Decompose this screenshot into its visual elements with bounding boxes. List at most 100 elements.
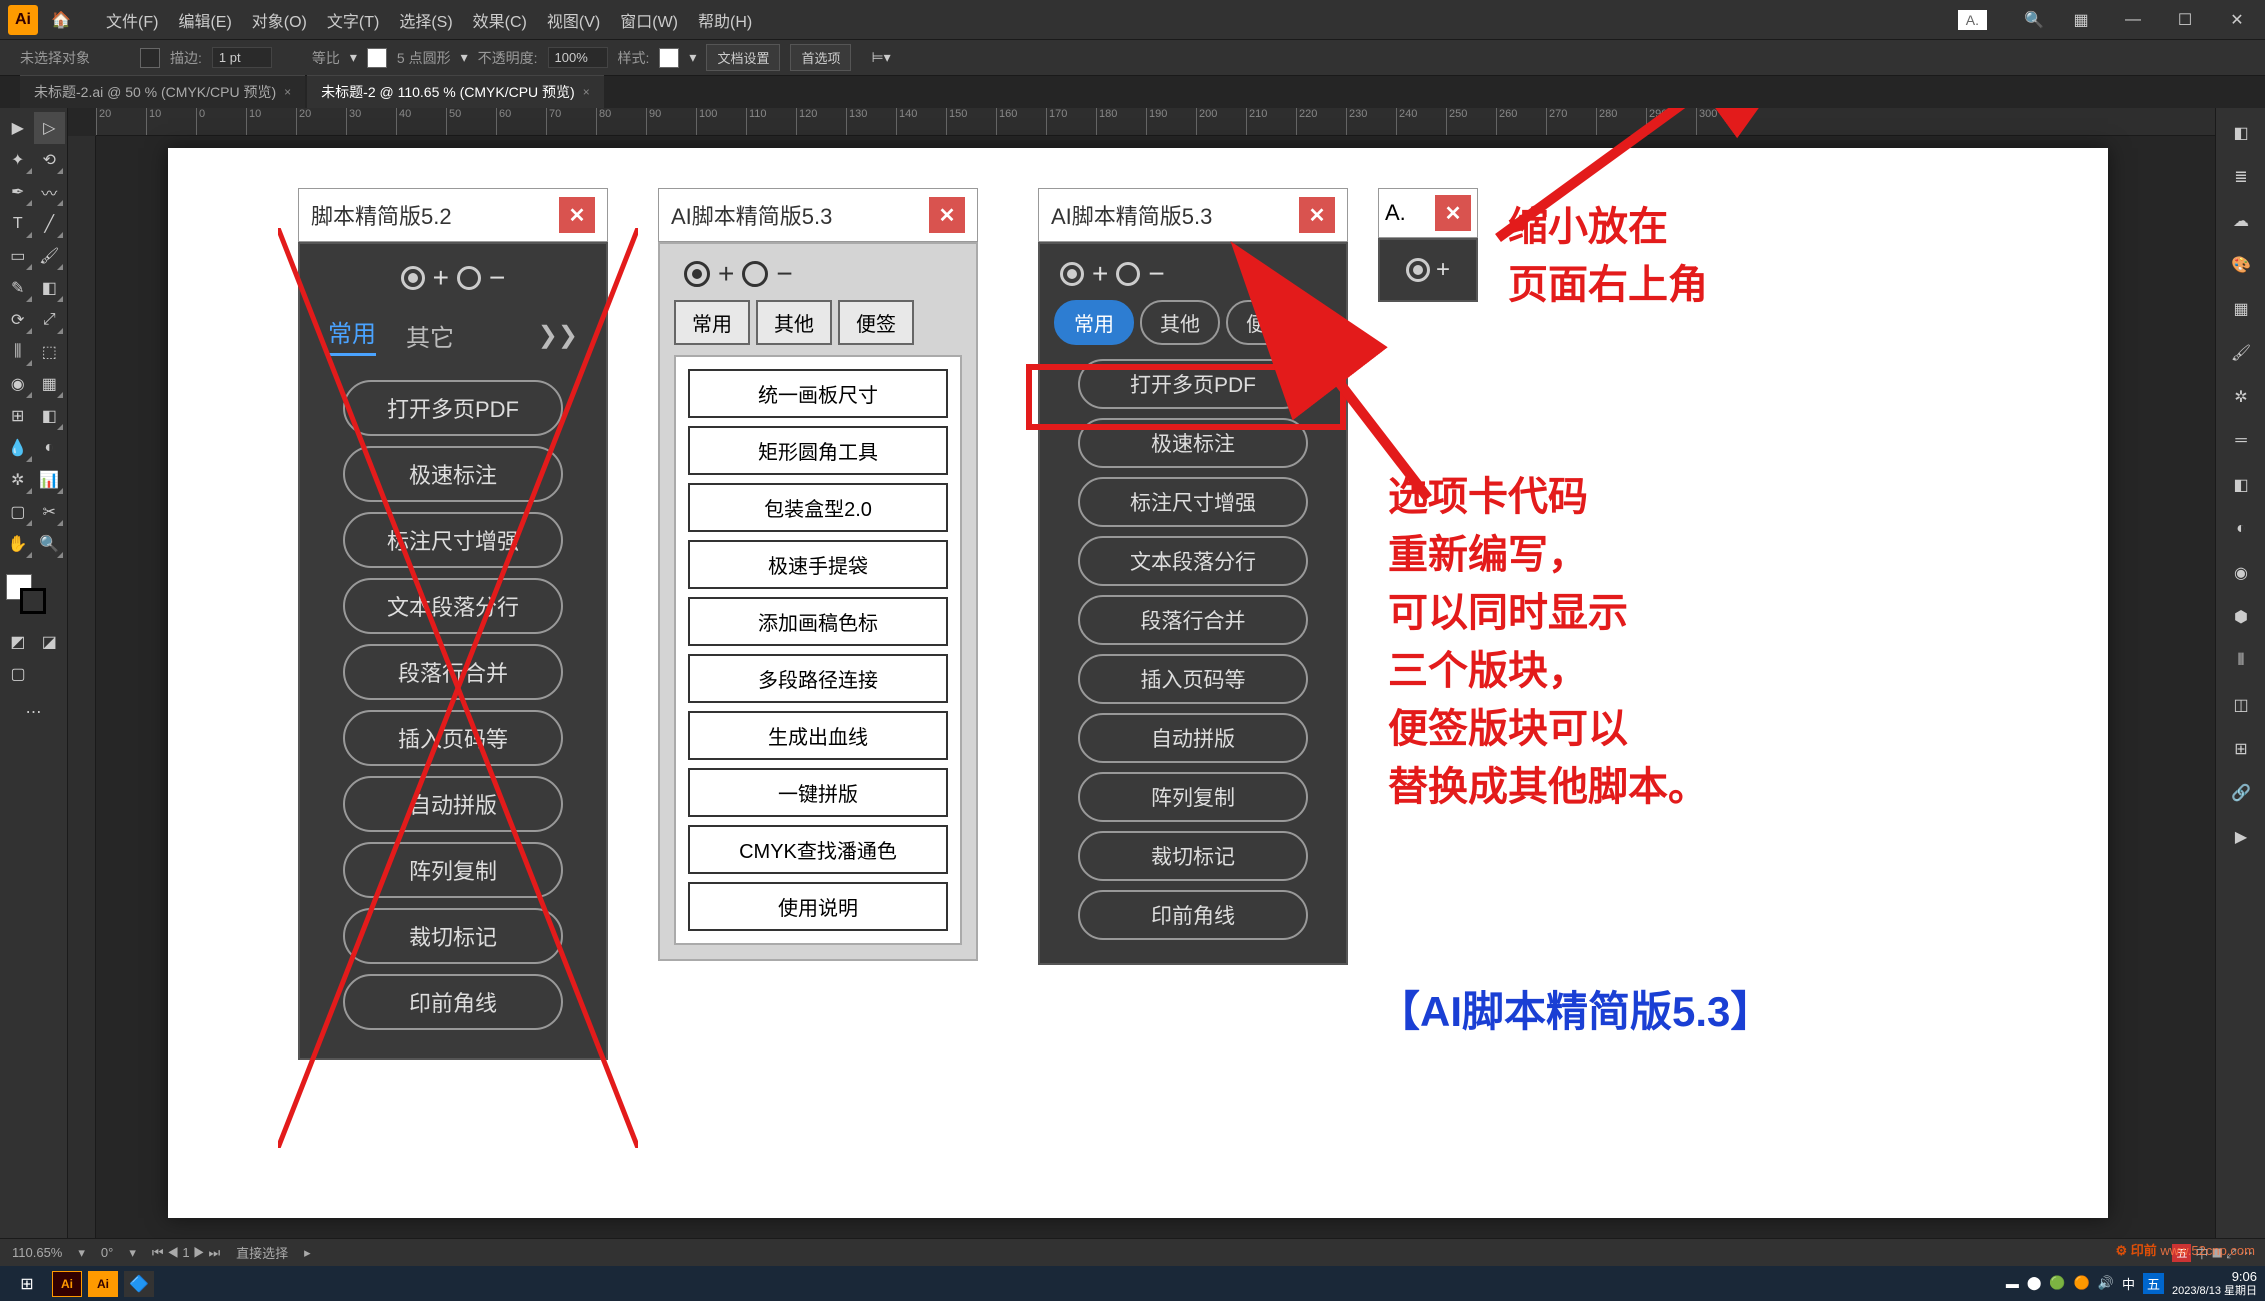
stroke-panel-icon[interactable]: ═ (2220, 420, 2262, 462)
layers-panel-icon[interactable]: ≣ (2220, 156, 2262, 198)
script-button[interactable]: 一键拼版 (688, 768, 948, 817)
scale-tool-icon[interactable]: ⤢ (34, 304, 66, 336)
menu-type[interactable]: 文字(T) (317, 8, 389, 32)
close-icon[interactable]: ✕ (559, 197, 595, 233)
tab-common[interactable]: 常用 (674, 300, 750, 345)
tab-common[interactable]: 常用 (1054, 300, 1134, 345)
links-panel-icon[interactable]: 🔗 (2220, 772, 2262, 814)
screen-mode-icon[interactable]: ▢ (2, 658, 34, 690)
script-button[interactable]: 使用说明 (688, 882, 948, 931)
radio-icon[interactable] (401, 266, 425, 290)
tab-notes[interactable]: 便签 (838, 300, 914, 345)
script-button[interactable]: 极速手提袋 (688, 540, 948, 589)
eraser-tool-icon[interactable]: ◧ (34, 272, 66, 304)
script-button[interactable]: 插入页码等 (1078, 654, 1308, 704)
artboard-tool-icon[interactable]: ▢ (2, 496, 34, 528)
hand-tool-icon[interactable]: ✋ (2, 528, 34, 560)
radio-icon[interactable] (1116, 262, 1140, 286)
menu-object[interactable]: 对象(O) (242, 8, 317, 32)
perspective-tool-icon[interactable]: ▦ (34, 368, 66, 400)
script-button[interactable]: 插入页码等 (343, 710, 563, 766)
graphic-styles-panel-icon[interactable]: ⬢ (2220, 596, 2262, 638)
canvas[interactable]: 2010010203040506070809010011012013014015… (68, 108, 2215, 1238)
taskbar-ai-icon-active[interactable]: Ai (88, 1271, 118, 1297)
tab-other[interactable]: 其他 (1140, 300, 1220, 345)
close-icon[interactable]: × (284, 85, 291, 99)
free-transform-tool-icon[interactable]: ⬚ (34, 336, 66, 368)
tray-icon[interactable]: ⬤ (2027, 1275, 2042, 1291)
menu-view[interactable]: 视图(V) (537, 8, 610, 32)
arrange-docs-icon[interactable]: ▦ (2061, 5, 2101, 35)
script-button[interactable]: 文本段落分行 (343, 578, 563, 634)
width-tool-icon[interactable]: ⫼ (2, 336, 34, 368)
radio-icon[interactable] (742, 261, 768, 287)
align-panel-icon[interactable]: ⫴ (2220, 640, 2262, 682)
rotate-tool-icon[interactable]: ⟳ (2, 304, 34, 336)
taskbar-clock[interactable]: 9:06 2023/8/13 星期日 (2172, 1270, 2257, 1296)
zoom-tool-icon[interactable]: 🔍 (34, 528, 66, 560)
uniform-dropdown[interactable]: 等比 (312, 48, 340, 68)
script-button[interactable]: 统一画板尺寸 (688, 369, 948, 418)
appearance-panel-icon[interactable]: ◉ (2220, 552, 2262, 594)
lasso-tool-icon[interactable]: ⟲ (34, 144, 66, 176)
stroke-input[interactable] (212, 47, 272, 68)
script-button[interactable]: 印前角线 (343, 974, 563, 1030)
swatches-panel-icon[interactable]: ▦ (2220, 288, 2262, 330)
minimize-button[interactable]: — (2113, 5, 2153, 35)
tray-volume-icon[interactable]: 🔊 (2098, 1275, 2114, 1291)
close-icon[interactable]: × (583, 85, 590, 99)
rotate-value[interactable]: 0° (101, 1245, 113, 1260)
start-menu-icon[interactable]: ⊞ (8, 1269, 46, 1299)
color-mode-icon[interactable]: ◩ (2, 626, 34, 658)
script-button[interactable]: 印前角线 (1078, 890, 1308, 940)
doc-tab-2[interactable]: 未标题-2 @ 110.65 % (CMYK/CPU 预览) × (307, 75, 604, 108)
script-button[interactable]: 生成出血线 (688, 711, 948, 760)
magic-wand-tool-icon[interactable]: ✦ (2, 144, 34, 176)
taskbar-app-icon[interactable]: 🔷 (124, 1271, 154, 1297)
brush-label[interactable]: 5 点圆形 (397, 48, 451, 68)
script-button[interactable]: 裁切标记 (1078, 831, 1308, 881)
menu-window[interactable]: 窗口(W) (610, 8, 688, 32)
doc-setup-button[interactable]: 文档设置 (706, 44, 780, 71)
script-button[interactable]: 阵列复制 (343, 842, 563, 898)
tray-ime-icon[interactable]: 五 (2143, 1273, 2164, 1294)
blend-tool-icon[interactable]: ◐ (34, 432, 66, 464)
type-tool-icon[interactable]: T (2, 208, 34, 240)
libraries-panel-icon[interactable]: ☁ (2220, 200, 2262, 242)
tab-notes[interactable]: 便签 (1226, 300, 1306, 345)
draw-mode-icon[interactable]: ◪ (34, 626, 66, 658)
rectangle-tool-icon[interactable]: ▭ (2, 240, 34, 272)
script-button[interactable]: 添加画稿色标 (688, 597, 948, 646)
script-button[interactable]: 自动拼版 (343, 776, 563, 832)
tab-common[interactable]: 常用 (328, 314, 376, 356)
eyedropper-tool-icon[interactable]: 💧 (2, 432, 34, 464)
close-button[interactable]: ✕ (2217, 5, 2257, 35)
graph-tool-icon[interactable]: 📊 (34, 464, 66, 496)
actions-panel-icon[interactable]: ▶ (2220, 816, 2262, 858)
shape-builder-tool-icon[interactable]: ◉ (2, 368, 34, 400)
slice-tool-icon[interactable]: ✂ (34, 496, 66, 528)
tray-ime-icon[interactable]: 中 (2122, 1274, 2135, 1293)
brushes-panel-icon[interactable]: 🖌 (2220, 332, 2262, 374)
fill-stroke-swatches[interactable] (2, 570, 65, 618)
script-button[interactable]: 裁切标记 (343, 908, 563, 964)
tab-other[interactable]: 其它 (406, 318, 454, 353)
gradient-panel-icon[interactable]: ◧ (2220, 464, 2262, 506)
script-button[interactable]: 段落行合并 (1078, 595, 1308, 645)
artboard-nav[interactable]: ⏮ ◀ 1 ▶ ⏭ (152, 1245, 220, 1261)
menu-effect[interactable]: 效果(C) (463, 8, 537, 32)
style-swatch[interactable] (659, 48, 679, 68)
menu-file[interactable]: 文件(F) (96, 8, 168, 32)
doc-tab-1[interactable]: 未标题-2.ai @ 50 % (CMYK/CPU 预览) × (20, 75, 305, 108)
script-button[interactable]: 段落行合并 (343, 644, 563, 700)
pathfinder-panel-icon[interactable]: ◫ (2220, 684, 2262, 726)
script-button[interactable]: 自动拼版 (1078, 713, 1308, 763)
edit-toolbar-icon[interactable]: ⋯ (2, 696, 65, 728)
tray-icon[interactable]: 🟢 (2049, 1275, 2065, 1291)
opacity-swatch[interactable] (367, 48, 387, 68)
gradient-tool-icon[interactable]: ◧ (34, 400, 66, 432)
paintbrush-tool-icon[interactable]: 🖌 (34, 240, 66, 272)
radio-icon[interactable] (457, 266, 481, 290)
transparency-panel-icon[interactable]: ◐ (2220, 508, 2262, 550)
direct-selection-tool-icon[interactable]: ▷ (34, 112, 66, 144)
